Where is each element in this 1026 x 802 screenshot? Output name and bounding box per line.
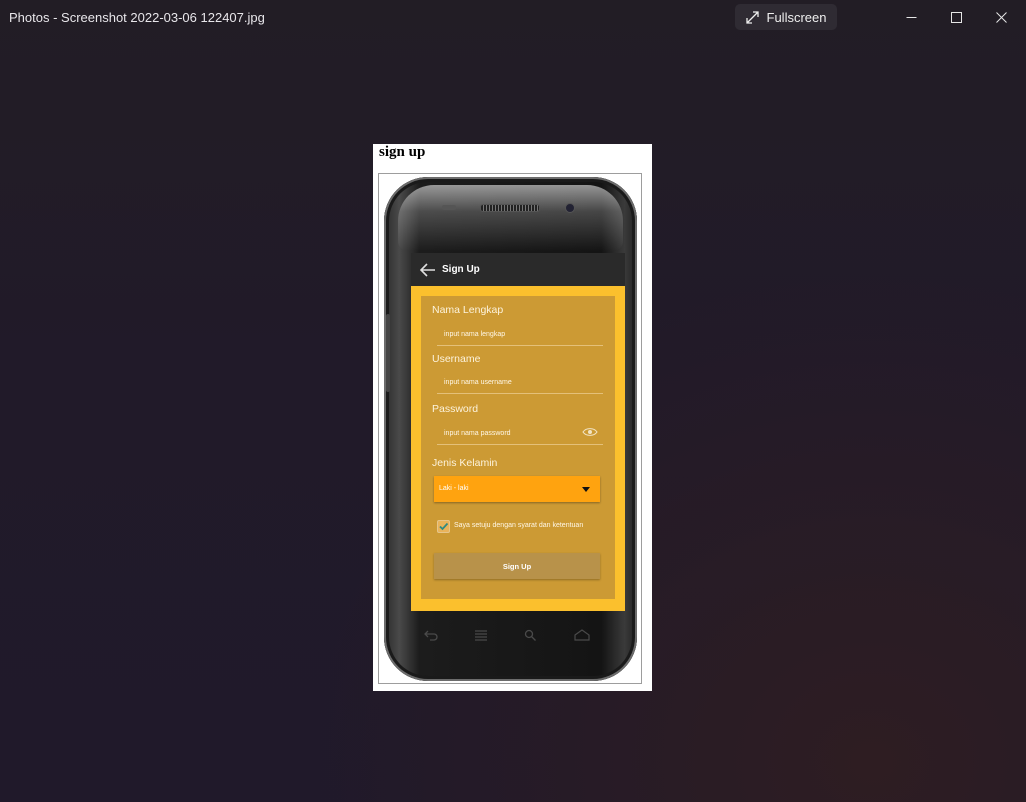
minimize-button[interactable] [891, 6, 931, 28]
hardware-nav-keys [424, 629, 604, 643]
full-name-input[interactable]: input nama lengkap [444, 331, 505, 338]
title-bar: Photos - Screenshot 2022-03-06 122407.jp… [0, 0, 1026, 36]
dropdown-arrow-icon [582, 487, 590, 492]
maximize-icon [950, 11, 962, 23]
username-label: Username [432, 353, 481, 365]
window-title: Photos - Screenshot 2022-03-06 122407.jp… [9, 10, 265, 25]
password-label: Password [432, 403, 479, 415]
signup-form: Nama Lengkap input nama lengkap Username… [421, 296, 615, 599]
full-name-underline [437, 345, 603, 346]
app-content: Nama Lengkap input nama lengkap Username… [411, 286, 625, 611]
front-camera-icon [565, 203, 575, 213]
close-button[interactable] [981, 6, 1021, 28]
gender-selected-value: Laki - laki [439, 485, 469, 492]
back-key-icon [424, 630, 438, 641]
eye-icon[interactable] [582, 427, 598, 437]
minimize-icon [906, 16, 916, 18]
sign-up-button[interactable]: Sign Up [434, 553, 600, 579]
gender-dropdown[interactable]: Laki - laki [434, 476, 600, 502]
phone-body: Sign Up Nama Lengkap input nama lengkap … [384, 177, 637, 681]
home-key-icon [574, 629, 590, 641]
full-name-label: Nama Lengkap [432, 304, 504, 316]
checkmark-icon [439, 522, 449, 531]
back-arrow-icon[interactable] [420, 262, 436, 277]
gender-label: Jenis Kelamin [432, 457, 498, 469]
username-input[interactable]: input nama username [444, 379, 512, 386]
password-input[interactable]: input nama password [444, 430, 511, 437]
earpiece-speaker [480, 204, 540, 212]
password-underline [437, 444, 603, 445]
phone-screen: Sign Up Nama Lengkap input nama lengkap … [411, 253, 625, 611]
phone-glare [398, 185, 623, 251]
displayed-image: sign up Sign Up Nama Lengkap input nama … [373, 144, 652, 691]
phone-mockup-frame: Sign Up Nama Lengkap input nama lengkap … [378, 173, 642, 684]
agree-checkbox[interactable] [437, 520, 450, 533]
username-underline [437, 393, 603, 394]
document-heading: sign up [379, 144, 426, 160]
close-icon [995, 11, 1007, 23]
menu-key-icon [475, 630, 487, 641]
search-key-icon [524, 629, 536, 641]
expand-icon [745, 10, 759, 24]
agree-label: Saya setuju dengan syarat dan ketentuan [454, 522, 584, 529]
maximize-button[interactable] [936, 6, 976, 28]
phone-side-button [386, 314, 390, 392]
fullscreen-label: Fullscreen [766, 9, 827, 25]
proximity-sensor [442, 205, 456, 210]
fullscreen-button[interactable]: Fullscreen [735, 4, 837, 30]
app-bar: Sign Up [411, 253, 625, 286]
app-bar-title: Sign Up [442, 264, 480, 275]
